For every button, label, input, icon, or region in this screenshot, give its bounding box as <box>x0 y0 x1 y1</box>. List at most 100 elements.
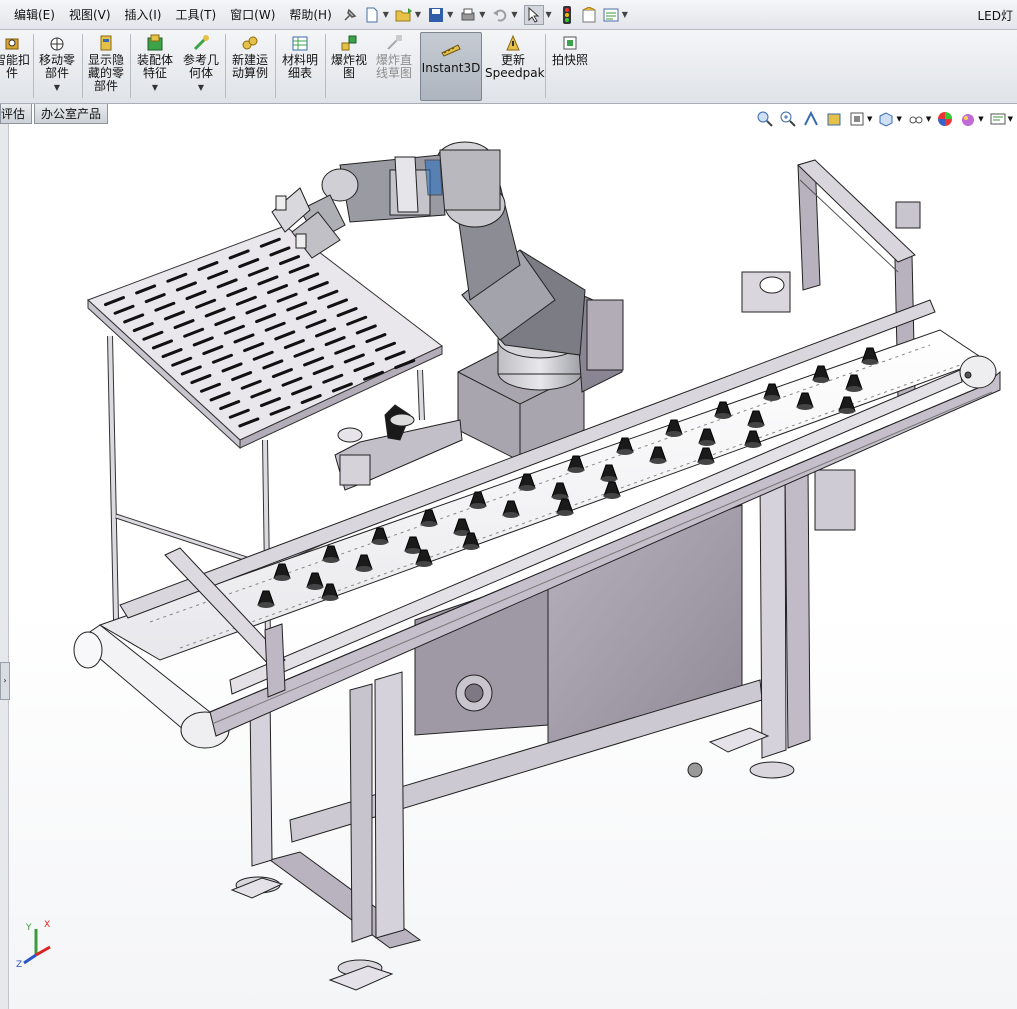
previous-view-icon[interactable] <box>802 110 820 128</box>
cone-base <box>274 575 290 581</box>
smart-fastener-icon <box>5 38 19 50</box>
snapshot-camera-icon <box>563 36 577 50</box>
new-dropdown-arrow-icon[interactable]: ▼ <box>383 10 389 19</box>
view-settings-icon[interactable] <box>989 110 1007 128</box>
menu-bar: 编辑(E) 视图(V) 插入(I) 工具(T) 窗口(W) 帮助(H) ▼ ▼ … <box>0 0 1017 30</box>
select-dropdown-arrow-icon[interactable]: ▼ <box>546 10 552 19</box>
show-hidden-icon <box>100 35 112 51</box>
ribbon-separator <box>225 34 226 98</box>
cone-base <box>322 595 338 601</box>
print-icon[interactable] <box>459 6 477 24</box>
cone-base <box>745 442 761 448</box>
section-view-icon[interactable] <box>825 110 843 128</box>
feeder-station[interactable] <box>334 404 463 491</box>
cone-base <box>617 449 633 455</box>
bom-icon <box>292 36 308 51</box>
assembly-features-dropdown-icon[interactable]: ▼ <box>134 81 176 94</box>
smart-fastener-button[interactable]: 智能扣件 <box>0 34 30 80</box>
triad-z-label: Z <box>16 960 22 970</box>
menu-insert[interactable]: 插入(I) <box>118 6 169 23</box>
reference-geometry-label: 参考几何体 <box>182 53 219 80</box>
bill-of-materials-button[interactable]: 材料明细表 <box>279 34 321 80</box>
rebuild-traffic-light-icon[interactable] <box>558 5 576 24</box>
reference-geometry-button[interactable]: 参考几何体 ▼ <box>180 34 222 94</box>
show-hidden-label: 显示隐藏的零部件 <box>87 53 124 93</box>
tab-evaluate[interactable]: 评估 <box>0 104 32 124</box>
apply-scene-dropdown-icon[interactable]: ▼ <box>978 115 983 123</box>
heads-up-view-toolbar: ▼ ▼ ▼ ▼ ▼ <box>751 108 1013 130</box>
exploded-view-icon <box>341 35 357 51</box>
move-component-dropdown-icon[interactable]: ▼ <box>37 81 77 94</box>
reference-triad: Y X Z <box>16 920 51 970</box>
print-dropdown-arrow-icon[interactable]: ▼ <box>479 10 485 19</box>
cone-base <box>764 395 780 401</box>
options-dropdown-arrow-icon[interactable]: ▼ <box>622 10 628 19</box>
edit-appearance-icon[interactable] <box>936 110 954 128</box>
bom-label: 材料明细表 <box>281 53 318 80</box>
zoom-to-area-icon[interactable] <box>779 110 797 128</box>
dynamic-annotation-icon[interactable] <box>848 110 866 128</box>
cone-base <box>862 359 878 365</box>
move-component-button[interactable]: 移动零部件 ▼ <box>37 34 77 94</box>
take-snapshot-button[interactable]: 拍快照 <box>549 34 591 67</box>
undo-icon[interactable] <box>491 6 509 24</box>
reference-geometry-dropdown-icon[interactable]: ▼ <box>180 81 222 94</box>
conveyor-stand[interactable] <box>230 465 856 991</box>
cone-base <box>463 544 479 550</box>
file-properties-icon[interactable] <box>580 6 598 24</box>
hide-show-dropdown-icon[interactable]: ▼ <box>926 115 931 123</box>
panel-toggle-icon[interactable]: › <box>0 662 10 700</box>
open-folder-icon[interactable] <box>395 6 413 24</box>
menu-edit[interactable]: 编辑(E) <box>0 6 62 23</box>
cone-base <box>699 440 715 446</box>
instant3d-button[interactable]: Instant3D <box>420 32 482 101</box>
explode-line-sketch-button[interactable]: 爆炸直线草图 <box>372 34 416 80</box>
cone-base <box>568 467 584 473</box>
save-dropdown-arrow-icon[interactable]: ▼ <box>447 10 453 19</box>
menu-tools[interactable]: 工具(T) <box>168 6 223 23</box>
cone-base <box>813 377 829 383</box>
open-dropdown-arrow-icon[interactable]: ▼ <box>415 10 421 19</box>
update-speedpak-label: 更新Speedpak <box>485 53 545 80</box>
cone-base <box>715 413 731 419</box>
exploded-view-label: 爆炸视图 <box>330 53 367 80</box>
cone-base <box>421 521 437 527</box>
new-document-icon[interactable] <box>363 6 381 24</box>
dynamic-annotation-dropdown-icon[interactable]: ▼ <box>867 115 872 123</box>
cone-base <box>503 512 519 518</box>
options-icon[interactable] <box>602 6 620 24</box>
menu-window[interactable]: 窗口(W) <box>223 6 282 23</box>
new-motion-study-button[interactable]: 新建运动算例 <box>229 34 271 80</box>
triad-y-label: Y <box>25 923 32 933</box>
undo-dropdown-arrow-icon[interactable]: ▼ <box>511 10 517 19</box>
ribbon-separator <box>275 34 276 98</box>
apply-scene-icon[interactable] <box>959 110 977 128</box>
view-settings-dropdown-icon[interactable]: ▼ <box>1008 115 1013 123</box>
zoom-to-fit-icon[interactable] <box>756 110 774 128</box>
assembly-model[interactable] <box>0 124 1017 1009</box>
hide-show-items-icon[interactable] <box>907 110 925 128</box>
ribbon-separator <box>130 34 131 98</box>
cone-base <box>604 493 620 499</box>
cone-base <box>601 476 617 482</box>
assembly-features-button[interactable]: 装配体特征 ▼ <box>134 34 176 94</box>
exploded-view-button[interactable]: 爆炸视图 <box>329 34 369 80</box>
select-cursor-icon[interactable] <box>523 4 544 25</box>
menu-help[interactable]: 帮助(H) <box>282 6 338 23</box>
show-hidden-components-button[interactable]: 显示隐藏的零部件 <box>86 34 126 93</box>
menu-view[interactable]: 视图(V) <box>62 6 118 23</box>
cone-base <box>258 602 274 608</box>
ribbon-separator <box>82 34 83 98</box>
save-icon[interactable] <box>427 6 445 24</box>
cone-base <box>323 557 339 563</box>
pushpin-icon[interactable] <box>341 6 359 24</box>
view-orientation-icon[interactable] <box>877 110 895 128</box>
tab-office-products[interactable]: 办公室产品 <box>34 104 109 124</box>
move-component-icon <box>50 37 64 51</box>
ribbon-separator <box>545 34 546 98</box>
view-orientation-dropdown-icon[interactable]: ▼ <box>896 115 901 123</box>
graphics-area[interactable] <box>0 124 1017 1009</box>
instant3d-icon <box>441 44 461 57</box>
new-motion-study-label: 新建运动算例 <box>231 53 268 80</box>
update-speedpak-button[interactable]: 更新Speedpak <box>485 34 545 80</box>
